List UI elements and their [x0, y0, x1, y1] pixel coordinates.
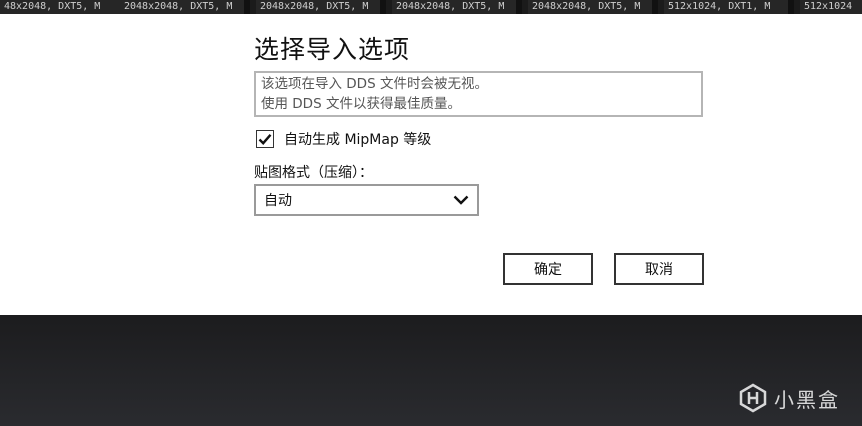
notice-line: 该选项在导入 DDS 文件时会被无视。 — [261, 76, 488, 92]
thumbnail-strip: 48x2048, DXT5, M 2048x2048, DXT5, M 2048… — [0, 0, 862, 14]
thumbnail-item[interactable]: 48x2048, DXT5, M — [0, 0, 130, 14]
texture-format-label: 贴图格式（压缩）： — [254, 165, 373, 181]
thumbnail-item[interactable]: 512x1024, DXT1, M — [664, 0, 794, 14]
watermark-text: 小黑盒 — [774, 387, 840, 412]
dark-footer: 小黑盒 — [0, 315, 862, 426]
heybox-logo-icon — [739, 383, 767, 413]
thumbnail-item[interactable]: 2048x2048, DXT5, M — [120, 0, 250, 14]
dialog-title: 选择导入选项 — [254, 35, 411, 64]
import-options-dialog: 选择导入选项 该选项在导入 DDS 文件时会被无视。 使用 DDS 文件以获得最… — [0, 14, 862, 315]
mipmap-checkbox[interactable] — [256, 130, 274, 148]
thumbnail-item[interactable]: 2048x2048, DXT5, M — [528, 0, 658, 14]
checkmark-icon — [258, 134, 272, 145]
texture-format-select[interactable]: 自动 — [254, 184, 479, 216]
ok-button[interactable]: 确定 — [503, 253, 593, 285]
mipmap-checkbox-label[interactable]: 自动生成 MipMap 等级 — [284, 129, 431, 149]
mipmap-option-row[interactable]: 自动生成 MipMap 等级 — [256, 129, 431, 149]
notice-line: 使用 DDS 文件以获得最佳质量。 — [261, 96, 461, 112]
thumbnail-item[interactable]: 2048x2048, DXT5, M — [392, 0, 522, 14]
thumbnail-item[interactable]: 512x1024 — [800, 0, 862, 14]
dds-notice-box: 该选项在导入 DDS 文件时会被无视。 使用 DDS 文件以获得最佳质量。 — [254, 71, 703, 117]
cancel-button[interactable]: 取消 — [614, 253, 704, 285]
heybox-watermark: 小黑盒 — [738, 383, 840, 413]
chevron-down-icon — [453, 195, 469, 205]
thumbnail-item[interactable]: 2048x2048, DXT5, M — [256, 0, 386, 14]
texture-format-value: 自动 — [264, 193, 292, 209]
